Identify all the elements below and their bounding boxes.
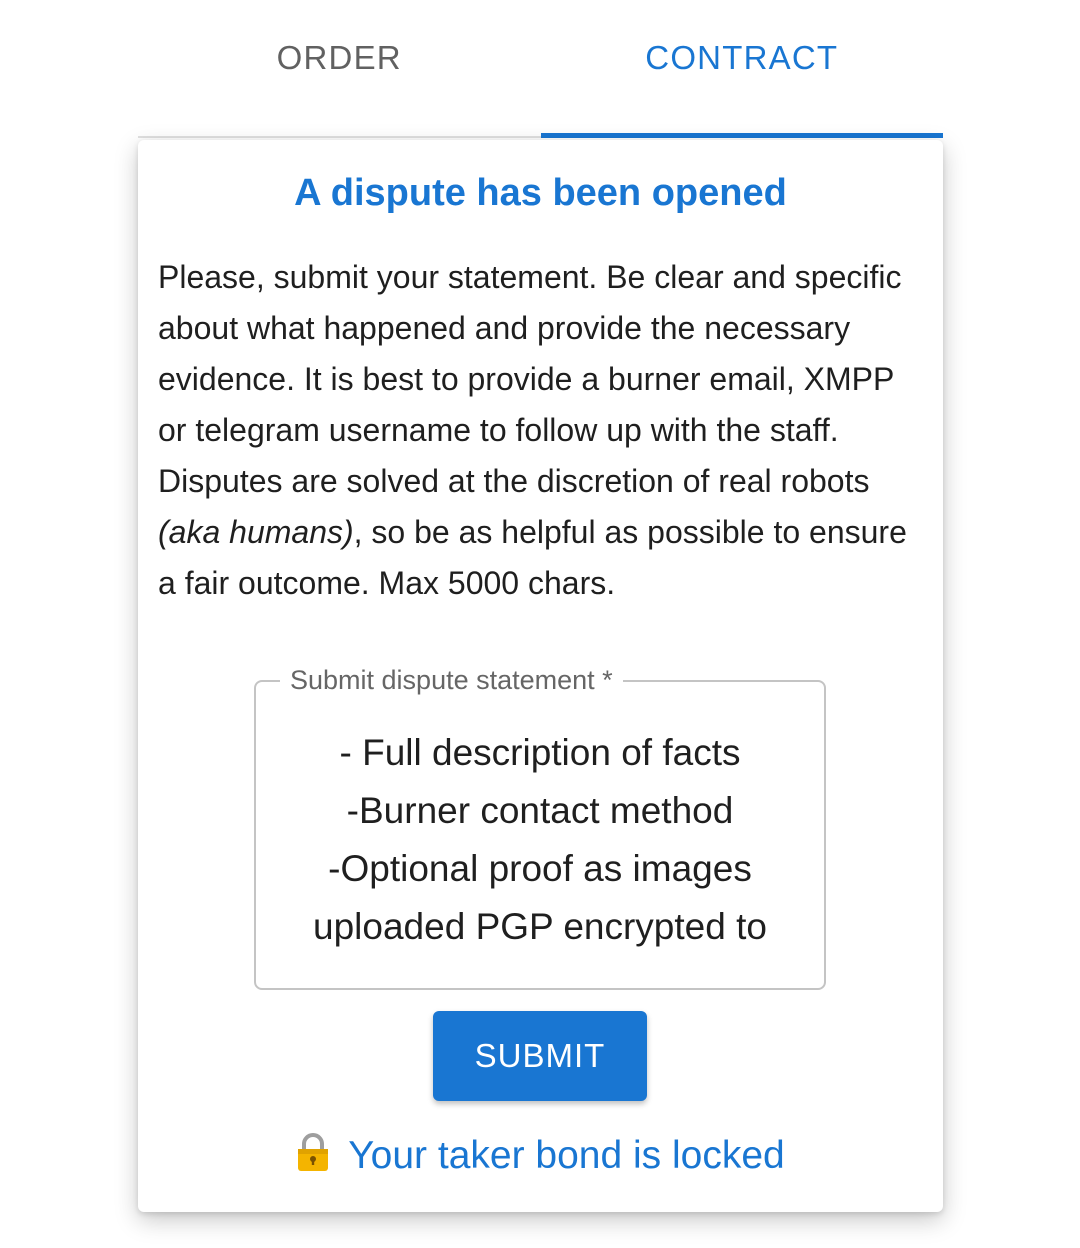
placeholder-line: -Burner contact method [346,790,734,831]
dispute-statement-label: Submit dispute statement * [280,662,623,698]
bond-status-text: Your taker bond is locked [348,1134,785,1177]
instructions-italic: (aka humans) [158,514,354,550]
dispute-statement-textarea[interactable]: - Full description of facts -Burner cont… [276,724,804,956]
dispute-instructions: Please, submit your statement. Be clear … [158,252,928,609]
instructions-text: Please, submit your statement. Be clear … [158,259,902,499]
placeholder-line: uploaded PGP encrypted to [313,906,767,947]
placeholder-line: - Full description of facts [339,732,741,773]
lock-icon [298,1133,329,1171]
tab-bar: ORDER CONTRACT [138,0,943,138]
dispute-statement-field[interactable]: Submit dispute statement * - Full descri… [254,662,826,990]
placeholder-line: -Optional proof as images [328,848,752,889]
dispute-card: A dispute has been opened Please, submit… [138,140,943,1212]
submit-button[interactable]: SUBMIT [433,1011,647,1101]
dispute-title: A dispute has been opened [294,172,787,214]
tab-order[interactable]: ORDER [138,0,541,136]
bond-status: Your taker bond is locked [138,1132,943,1178]
tab-contract[interactable]: CONTRACT [540,0,944,138]
